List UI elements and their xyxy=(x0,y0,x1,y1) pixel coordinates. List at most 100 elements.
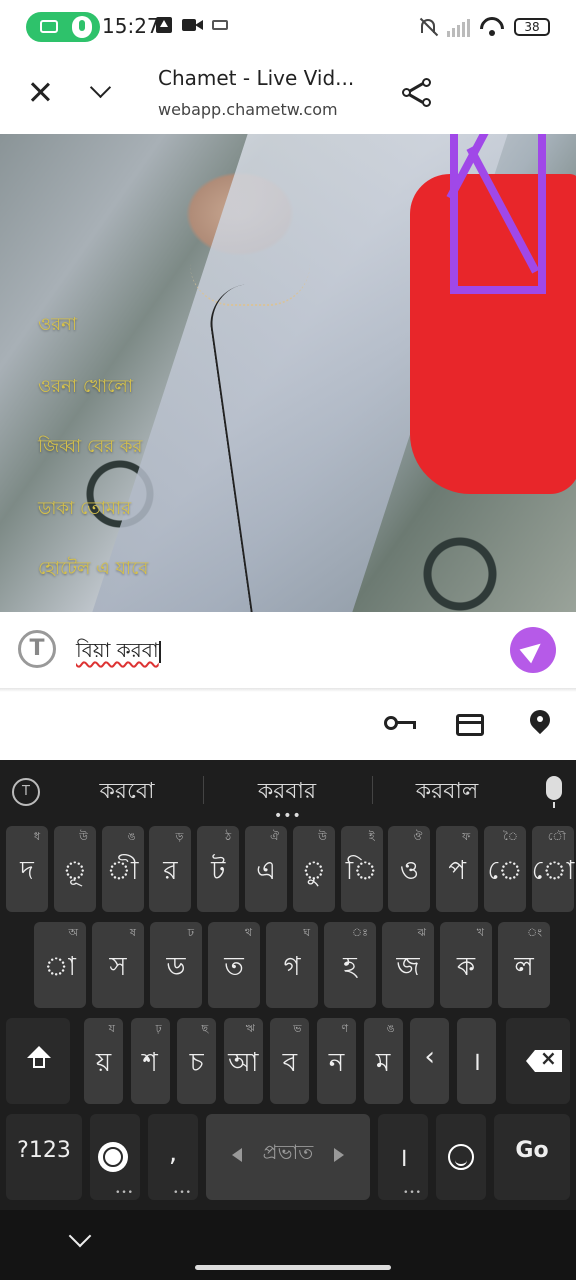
keyboard: T করবো করবার করবাল ••• ধ দ উূ ঙী ড় র ঠ ট ঐ এ উু ইি… xyxy=(0,760,576,1210)
more-suggestions-icon[interactable]: ••• xyxy=(274,808,302,824)
key[interactable]: ‹ xyxy=(410,1018,450,1104)
password-key-icon[interactable] xyxy=(384,716,418,732)
key-label: প xyxy=(448,856,467,886)
comma-key[interactable]: , ••• xyxy=(148,1114,198,1200)
key[interactable]: ঢড xyxy=(150,922,202,1008)
key[interactable]: ঔও xyxy=(388,826,431,912)
location-pin-icon[interactable] xyxy=(530,710,550,738)
key[interactable]: ঘগ xyxy=(266,922,318,1008)
message-input[interactable]: বিয়া করবা xyxy=(76,636,161,669)
key[interactable]: ঢ় শ xyxy=(130,1018,170,1104)
key-hint: উ xyxy=(79,830,88,843)
wifi-icon xyxy=(480,17,504,37)
share-icon[interactable] xyxy=(400,76,434,110)
key[interactable]: । xyxy=(456,1018,496,1104)
suggestion-3[interactable]: করবাল xyxy=(382,774,512,811)
key[interactable]: ঠট xyxy=(197,826,240,912)
key[interactable]: উূ xyxy=(53,826,96,912)
key-hint: অ xyxy=(68,926,78,939)
key[interactable]: খক xyxy=(440,922,492,1008)
key[interactable]: ঐএ xyxy=(245,826,287,912)
key[interactable]: ইি xyxy=(340,826,383,912)
key-label: ‹ xyxy=(424,1042,435,1072)
language-key[interactable]: ••• xyxy=(90,1114,140,1200)
chat-message: জিব্বা বের কর xyxy=(38,436,143,457)
credit-card-icon[interactable] xyxy=(456,714,484,736)
key[interactable]: ঝজ xyxy=(382,922,434,1008)
key-hint: ঐ xyxy=(270,830,279,843)
key-hint: ষ xyxy=(129,926,136,939)
key[interactable]: ৌো xyxy=(531,826,574,912)
key-hint: ঠ xyxy=(225,830,232,843)
key[interactable]: অা xyxy=(34,922,86,1008)
hide-keyboard-icon[interactable] xyxy=(70,1228,90,1248)
key-hint: ছ xyxy=(201,1022,209,1035)
key-hint: থ xyxy=(244,926,252,939)
backspace-icon xyxy=(526,1050,562,1072)
home-indicator[interactable] xyxy=(195,1265,391,1270)
key-label: ও xyxy=(399,856,419,886)
key-label: ি xyxy=(345,856,378,886)
key[interactable]: ণন xyxy=(317,1018,356,1104)
live-video[interactable]: ওরনা ওরনা খোলো জিব্বা বের কর ডাকা তোমার … xyxy=(0,134,576,612)
translate-icon[interactable]: T xyxy=(18,630,56,668)
autofill-bar xyxy=(0,692,576,760)
symbols-key[interactable]: ?123 xyxy=(6,1114,82,1200)
key-label: ত xyxy=(224,952,244,982)
emoji-key[interactable] xyxy=(436,1114,486,1200)
key[interactable]: ধদ xyxy=(6,826,48,912)
key[interactable]: ঙী xyxy=(101,826,144,912)
key[interactable]: ং ল xyxy=(498,922,550,1008)
send-button[interactable] xyxy=(510,627,556,673)
key-label: ূ xyxy=(62,856,87,886)
period-key[interactable]: । ••• xyxy=(378,1114,428,1200)
key-hint: ঃ xyxy=(351,926,368,939)
suggestion-1[interactable]: করবো xyxy=(62,774,192,811)
key-hint: ঋ xyxy=(245,1022,255,1035)
upload-icon xyxy=(156,17,172,33)
go-key[interactable]: Go xyxy=(494,1114,570,1200)
key[interactable]: ঋআ xyxy=(223,1018,263,1104)
shift-key[interactable] xyxy=(6,1018,70,1104)
chevron-down-icon[interactable] xyxy=(88,78,112,102)
key-hint: উ xyxy=(318,830,327,843)
key-hint: ণ xyxy=(341,1022,348,1035)
close-icon[interactable] xyxy=(26,78,54,106)
microphone-icon[interactable] xyxy=(546,776,562,808)
arrow-right-icon xyxy=(334,1148,344,1162)
key-label: ু xyxy=(301,856,326,886)
recording-indicator[interactable] xyxy=(26,12,100,42)
backspace-key[interactable] xyxy=(506,1018,570,1104)
key-hint: ফ xyxy=(462,830,471,843)
key[interactable]: ঙম xyxy=(363,1018,403,1104)
key[interactable]: উু xyxy=(292,826,335,912)
key-label: ল xyxy=(514,952,534,982)
video-camera-icon xyxy=(182,17,204,33)
space-key[interactable]: প্রভাত xyxy=(206,1114,370,1200)
keyboard-icon xyxy=(212,20,228,30)
key[interactable]: ফপ xyxy=(436,826,479,912)
key-label: এ xyxy=(256,856,276,886)
key[interactable]: ঃ হ xyxy=(324,922,376,1008)
key[interactable]: ৈে xyxy=(484,826,526,912)
key[interactable]: ড় র xyxy=(149,826,192,912)
key[interactable]: ষস xyxy=(92,922,144,1008)
key-label: শ xyxy=(142,1048,158,1078)
key-hint: ঘ xyxy=(303,926,310,939)
key-label: হ xyxy=(343,952,357,982)
translate-toggle-icon[interactable]: T xyxy=(12,778,40,806)
key-label: ে xyxy=(487,856,523,886)
globe-icon xyxy=(98,1142,128,1172)
key[interactable]: ভব xyxy=(270,1018,310,1104)
suggestion-2[interactable]: করবার xyxy=(222,774,352,811)
key-hint: ড় xyxy=(175,830,184,843)
chat-message: ওরনা খোলো xyxy=(38,376,134,397)
key-label: দ xyxy=(20,856,34,886)
key-hint: ঢ় xyxy=(155,1022,162,1035)
battery-icon: 38 xyxy=(514,18,550,36)
suggestion-strip: T করবো করবার করবাল ••• xyxy=(0,760,576,824)
key[interactable]: ছচ xyxy=(177,1018,217,1104)
key[interactable]: থত xyxy=(208,922,260,1008)
key-hint: ধ xyxy=(33,830,40,843)
key[interactable]: য য় xyxy=(84,1018,123,1104)
